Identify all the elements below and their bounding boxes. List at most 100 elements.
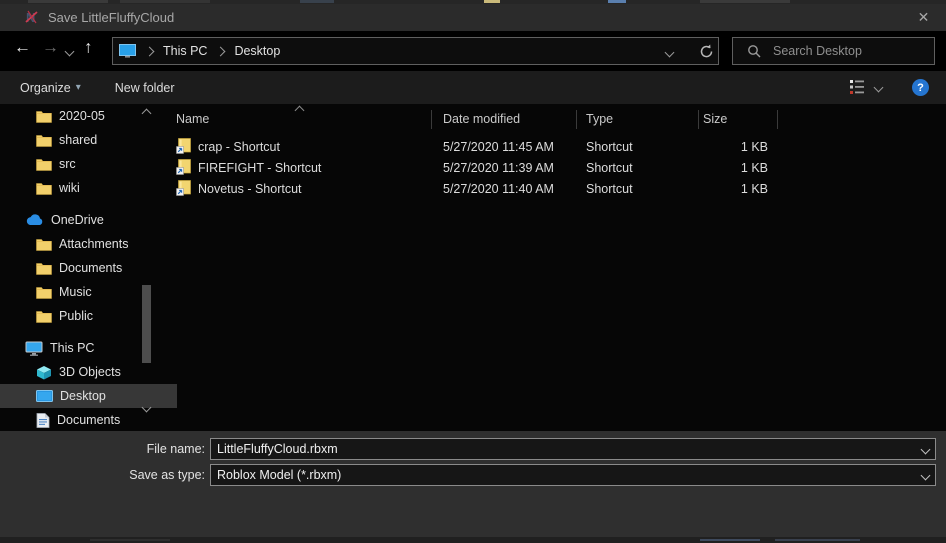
organize-caret-icon: ▾: [76, 82, 81, 93]
file-size: 1 KB: [698, 157, 768, 178]
column-header-type[interactable]: Type: [586, 104, 613, 134]
shortcut-file-icon: [176, 159, 192, 175]
background-fragment: [28, 0, 108, 3]
sidebar-item-src[interactable]: src: [36, 152, 76, 176]
back-icon[interactable]: ←: [14, 39, 31, 56]
views-dropdown-chevron-icon[interactable]: [874, 82, 884, 92]
new-folder-button[interactable]: New folder: [115, 81, 175, 95]
sidebar-scrollbar-thumb[interactable]: [142, 285, 151, 363]
column-divider[interactable]: [698, 110, 699, 129]
search-icon: [747, 44, 761, 58]
file-date-modified: 5/27/2020 11:40 AM: [443, 178, 554, 199]
breadcrumb-this-pc[interactable]: This PC: [159, 44, 211, 58]
save-dialog-window: N Save LittleFluffyCloud ✕ ← → ↑ This PC…: [0, 0, 946, 543]
background-fragment: [90, 539, 170, 541]
sidebar-item-label: OneDrive: [51, 213, 104, 227]
shortcut-file-icon: [176, 180, 192, 196]
views-icon[interactable]: [849, 79, 867, 95]
shortcut-file-icon: [176, 138, 192, 154]
save-as-type-combobox[interactable]: Roblox Model (*.rbxm): [210, 464, 936, 486]
navigation-bar: ← → ↑ This PC Desktop: [0, 31, 946, 71]
view-controls: [849, 79, 882, 95]
desktop-icon: [36, 390, 53, 403]
sidebar-item-3d-objects[interactable]: 3D Objects: [36, 360, 121, 384]
sidebar-item-label: This PC: [50, 341, 94, 355]
save-as-type-dropdown-chevron-icon[interactable]: [915, 472, 935, 479]
address-bar[interactable]: This PC Desktop: [112, 37, 719, 65]
forward-icon[interactable]: →: [42, 39, 59, 56]
cloud-icon: [25, 214, 44, 226]
help-icon[interactable]: ?: [912, 79, 929, 96]
file-name: Novetus - Shortcut: [198, 178, 302, 199]
sidebar-item-music[interactable]: Music: [36, 280, 92, 304]
breadcrumb-chevron-icon[interactable]: [145, 46, 155, 56]
file-date-modified: 5/27/2020 11:45 AM: [443, 136, 554, 157]
sidebar-item-2020-05[interactable]: 2020-05: [36, 104, 105, 128]
sidebar-item-label: Documents: [57, 413, 120, 427]
background-fragment: [700, 0, 790, 3]
sidebar-item-documents-pc[interactable]: Documents: [36, 408, 120, 431]
search-input[interactable]: [771, 43, 925, 59]
file-type: Shortcut: [586, 157, 633, 178]
novetus-logo-icon: N: [24, 9, 40, 25]
address-dropdown-chevron-icon[interactable]: [665, 48, 675, 58]
organize-label: Organize: [20, 81, 71, 95]
file-name: FIREFIGHT - Shortcut: [198, 157, 321, 178]
computer-icon: [25, 341, 43, 356]
sidebar-item-label: Desktop: [60, 389, 106, 403]
sidebar-item-this-pc[interactable]: This PC: [25, 336, 94, 360]
command-bar: Organize ▾ New folder ?: [0, 71, 946, 104]
folder-tree-sidebar: 2020-05 shared src wiki OneDrive Attac: [0, 104, 155, 431]
column-divider[interactable]: [576, 110, 577, 129]
sidebar-item-onedrive[interactable]: OneDrive: [25, 208, 104, 232]
sidebar-item-label: wiki: [59, 181, 80, 195]
sidebar-item-wiki[interactable]: wiki: [36, 176, 80, 200]
sidebar-item-attachments[interactable]: Attachments: [36, 232, 128, 256]
refresh-icon[interactable]: [698, 43, 715, 60]
file-size: 1 KB: [698, 136, 768, 157]
column-header-date-modified[interactable]: Date modified: [443, 104, 520, 134]
column-header-size[interactable]: Size: [703, 104, 727, 134]
save-as-type-label: Save as type:: [0, 464, 205, 486]
background-taskbar-sliver: [0, 537, 946, 543]
sidebar-item-label: 3D Objects: [59, 365, 121, 379]
file-name-combobox[interactable]: [210, 438, 936, 460]
background-fragment: [300, 0, 334, 3]
sidebar-item-label: Attachments: [59, 237, 128, 251]
file-name: crap - Shortcut: [198, 136, 280, 157]
document-icon: [36, 413, 50, 428]
new-folder-label: New folder: [115, 81, 175, 95]
sidebar-item-label: Public: [59, 309, 93, 323]
sidebar-item-desktop[interactable]: Desktop: [0, 384, 177, 408]
sidebar-item-label: src: [59, 157, 76, 171]
sidebar-item-label: Documents: [59, 261, 122, 275]
title-bar: N Save LittleFluffyCloud ✕: [0, 4, 946, 31]
background-fragment: [775, 539, 860, 541]
sidebar-item-label: shared: [59, 133, 97, 147]
search-box[interactable]: [732, 37, 935, 65]
breadcrumb-chevron-icon[interactable]: [216, 46, 226, 56]
desktop-location-icon: [119, 44, 136, 58]
content-area: 2020-05 shared src wiki OneDrive Attac: [0, 104, 946, 431]
file-type: Shortcut: [586, 136, 633, 157]
background-fragment: [120, 0, 210, 3]
column-divider[interactable]: [777, 110, 778, 129]
sidebar-item-shared[interactable]: shared: [36, 128, 97, 152]
file-size: 1 KB: [698, 178, 768, 199]
close-icon[interactable]: ✕: [901, 4, 946, 31]
sidebar-item-documents[interactable]: Documents: [36, 256, 122, 280]
window-title: Save LittleFluffyCloud: [48, 10, 174, 25]
file-list: Name Date modified Type Size crap - Shor…: [155, 104, 946, 431]
bottom-panel: File name: Save as type: Roblox Model (*…: [0, 431, 946, 543]
file-name-dropdown-chevron-icon[interactable]: [915, 446, 935, 453]
sidebar-item-public[interactable]: Public: [36, 304, 93, 328]
up-icon[interactable]: ↑: [84, 39, 93, 56]
file-name-label: File name:: [0, 438, 205, 460]
breadcrumb-desktop[interactable]: Desktop: [230, 44, 284, 58]
sidebar-scroll-up-icon[interactable]: [142, 109, 152, 119]
file-name-input[interactable]: [211, 441, 915, 457]
organize-button[interactable]: Organize ▾: [20, 81, 81, 95]
column-header-name[interactable]: Name: [176, 104, 426, 134]
column-divider[interactable]: [431, 110, 432, 129]
recent-locations-chevron-icon[interactable]: [65, 47, 75, 57]
